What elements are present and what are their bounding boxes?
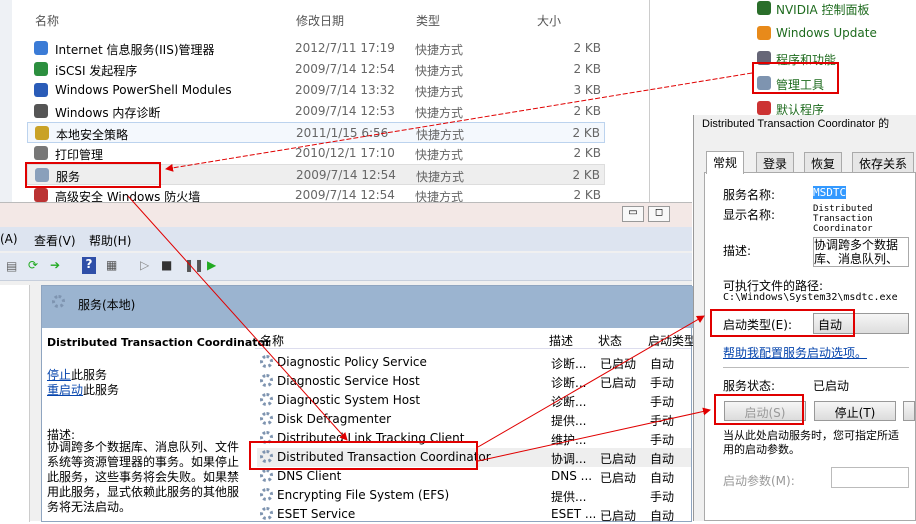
arrow-to-start <box>477 407 711 462</box>
arrow-to-startup-type <box>477 315 705 448</box>
arrow-to-services <box>165 72 753 172</box>
annotation-arrows <box>127 72 753 462</box>
arrow-to-dtc <box>127 195 348 441</box>
